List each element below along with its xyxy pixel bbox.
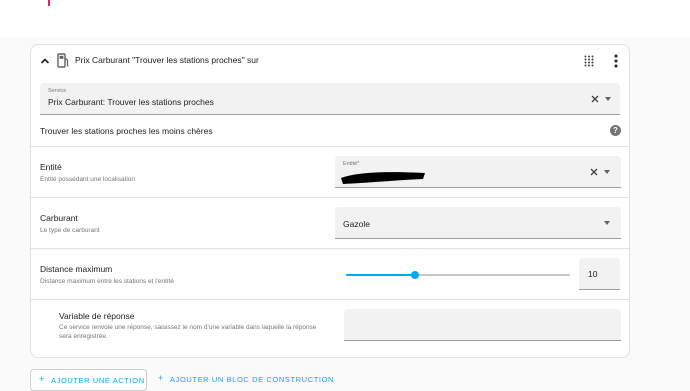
distance-input[interactable]: 10 (579, 258, 620, 290)
plus-icon: + (158, 373, 164, 383)
response-variable-input[interactable] (344, 309, 621, 341)
add-block-button[interactable]: + AJOUTER UN BLOC DE CONSTRUCTION (158, 369, 338, 391)
drag-grid-icon[interactable] (584, 55, 594, 67)
action-card: Prix Carburant "Trouver les stations pro… (30, 44, 630, 358)
card-header[interactable]: Prix Carburant "Trouver les stations pro… (31, 45, 629, 77)
fuel-pump-icon (57, 53, 69, 68)
response-subtitle-line2: sera enregistrée. (59, 333, 108, 340)
fuel-value: Gazole (343, 219, 370, 229)
service-description: Trouver les stations proches les moins c… (40, 126, 213, 136)
service-label: Service (48, 88, 67, 94)
response-subtitle-line1: Ce service renvoie une réponse, saisisse… (59, 324, 317, 331)
add-action-button[interactable]: + AJOUTER UNE ACTION (30, 369, 147, 391)
caret-down-icon[interactable] (604, 170, 610, 174)
accent-mark (48, 0, 50, 6)
service-select[interactable]: Service Prix Carburant: Trouver les stat… (40, 83, 620, 115)
fuel-select[interactable]: Gazole (335, 207, 621, 239)
plus-icon: + (39, 374, 45, 384)
entity-picker[interactable]: Entité* (335, 156, 621, 188)
service-value: Prix Carburant: Trouver les stations pro… (48, 97, 214, 107)
distance-subtitle: Distance maximum entre les stations et l… (40, 278, 174, 285)
close-icon[interactable] (590, 168, 598, 176)
divider (31, 146, 629, 147)
action-title: Prix Carburant "Trouver les stations pro… (75, 55, 259, 65)
entity-label: Entité* (343, 161, 360, 167)
slider-thumb[interactable] (411, 271, 420, 279)
caret-down-icon[interactable] (605, 97, 611, 101)
close-icon[interactable] (591, 95, 599, 103)
distance-slider[interactable] (346, 271, 570, 279)
add-action-label: AJOUTER UNE ACTION (51, 376, 145, 385)
caret-down-icon[interactable] (604, 221, 610, 225)
chevron-up-icon[interactable] (39, 55, 51, 67)
kebab-menu-icon[interactable] (613, 54, 619, 68)
distance-value: 10 (588, 269, 598, 279)
redaction-scribble (341, 172, 425, 184)
fuel-subtitle: Le type de carburant (40, 227, 100, 234)
top-bar (0, 0, 690, 38)
distance-title: Distance maximum (40, 264, 113, 274)
entity-subtitle: Entité possédant une localisation (40, 176, 136, 183)
entity-title: Entité (40, 162, 62, 172)
slider-fill (346, 274, 416, 276)
divider (31, 299, 629, 300)
divider (31, 248, 629, 249)
divider (31, 197, 629, 198)
fuel-title: Carburant (40, 213, 78, 223)
help-circle-icon[interactable]: ? (610, 125, 621, 136)
response-title: Variable de réponse (59, 311, 135, 321)
